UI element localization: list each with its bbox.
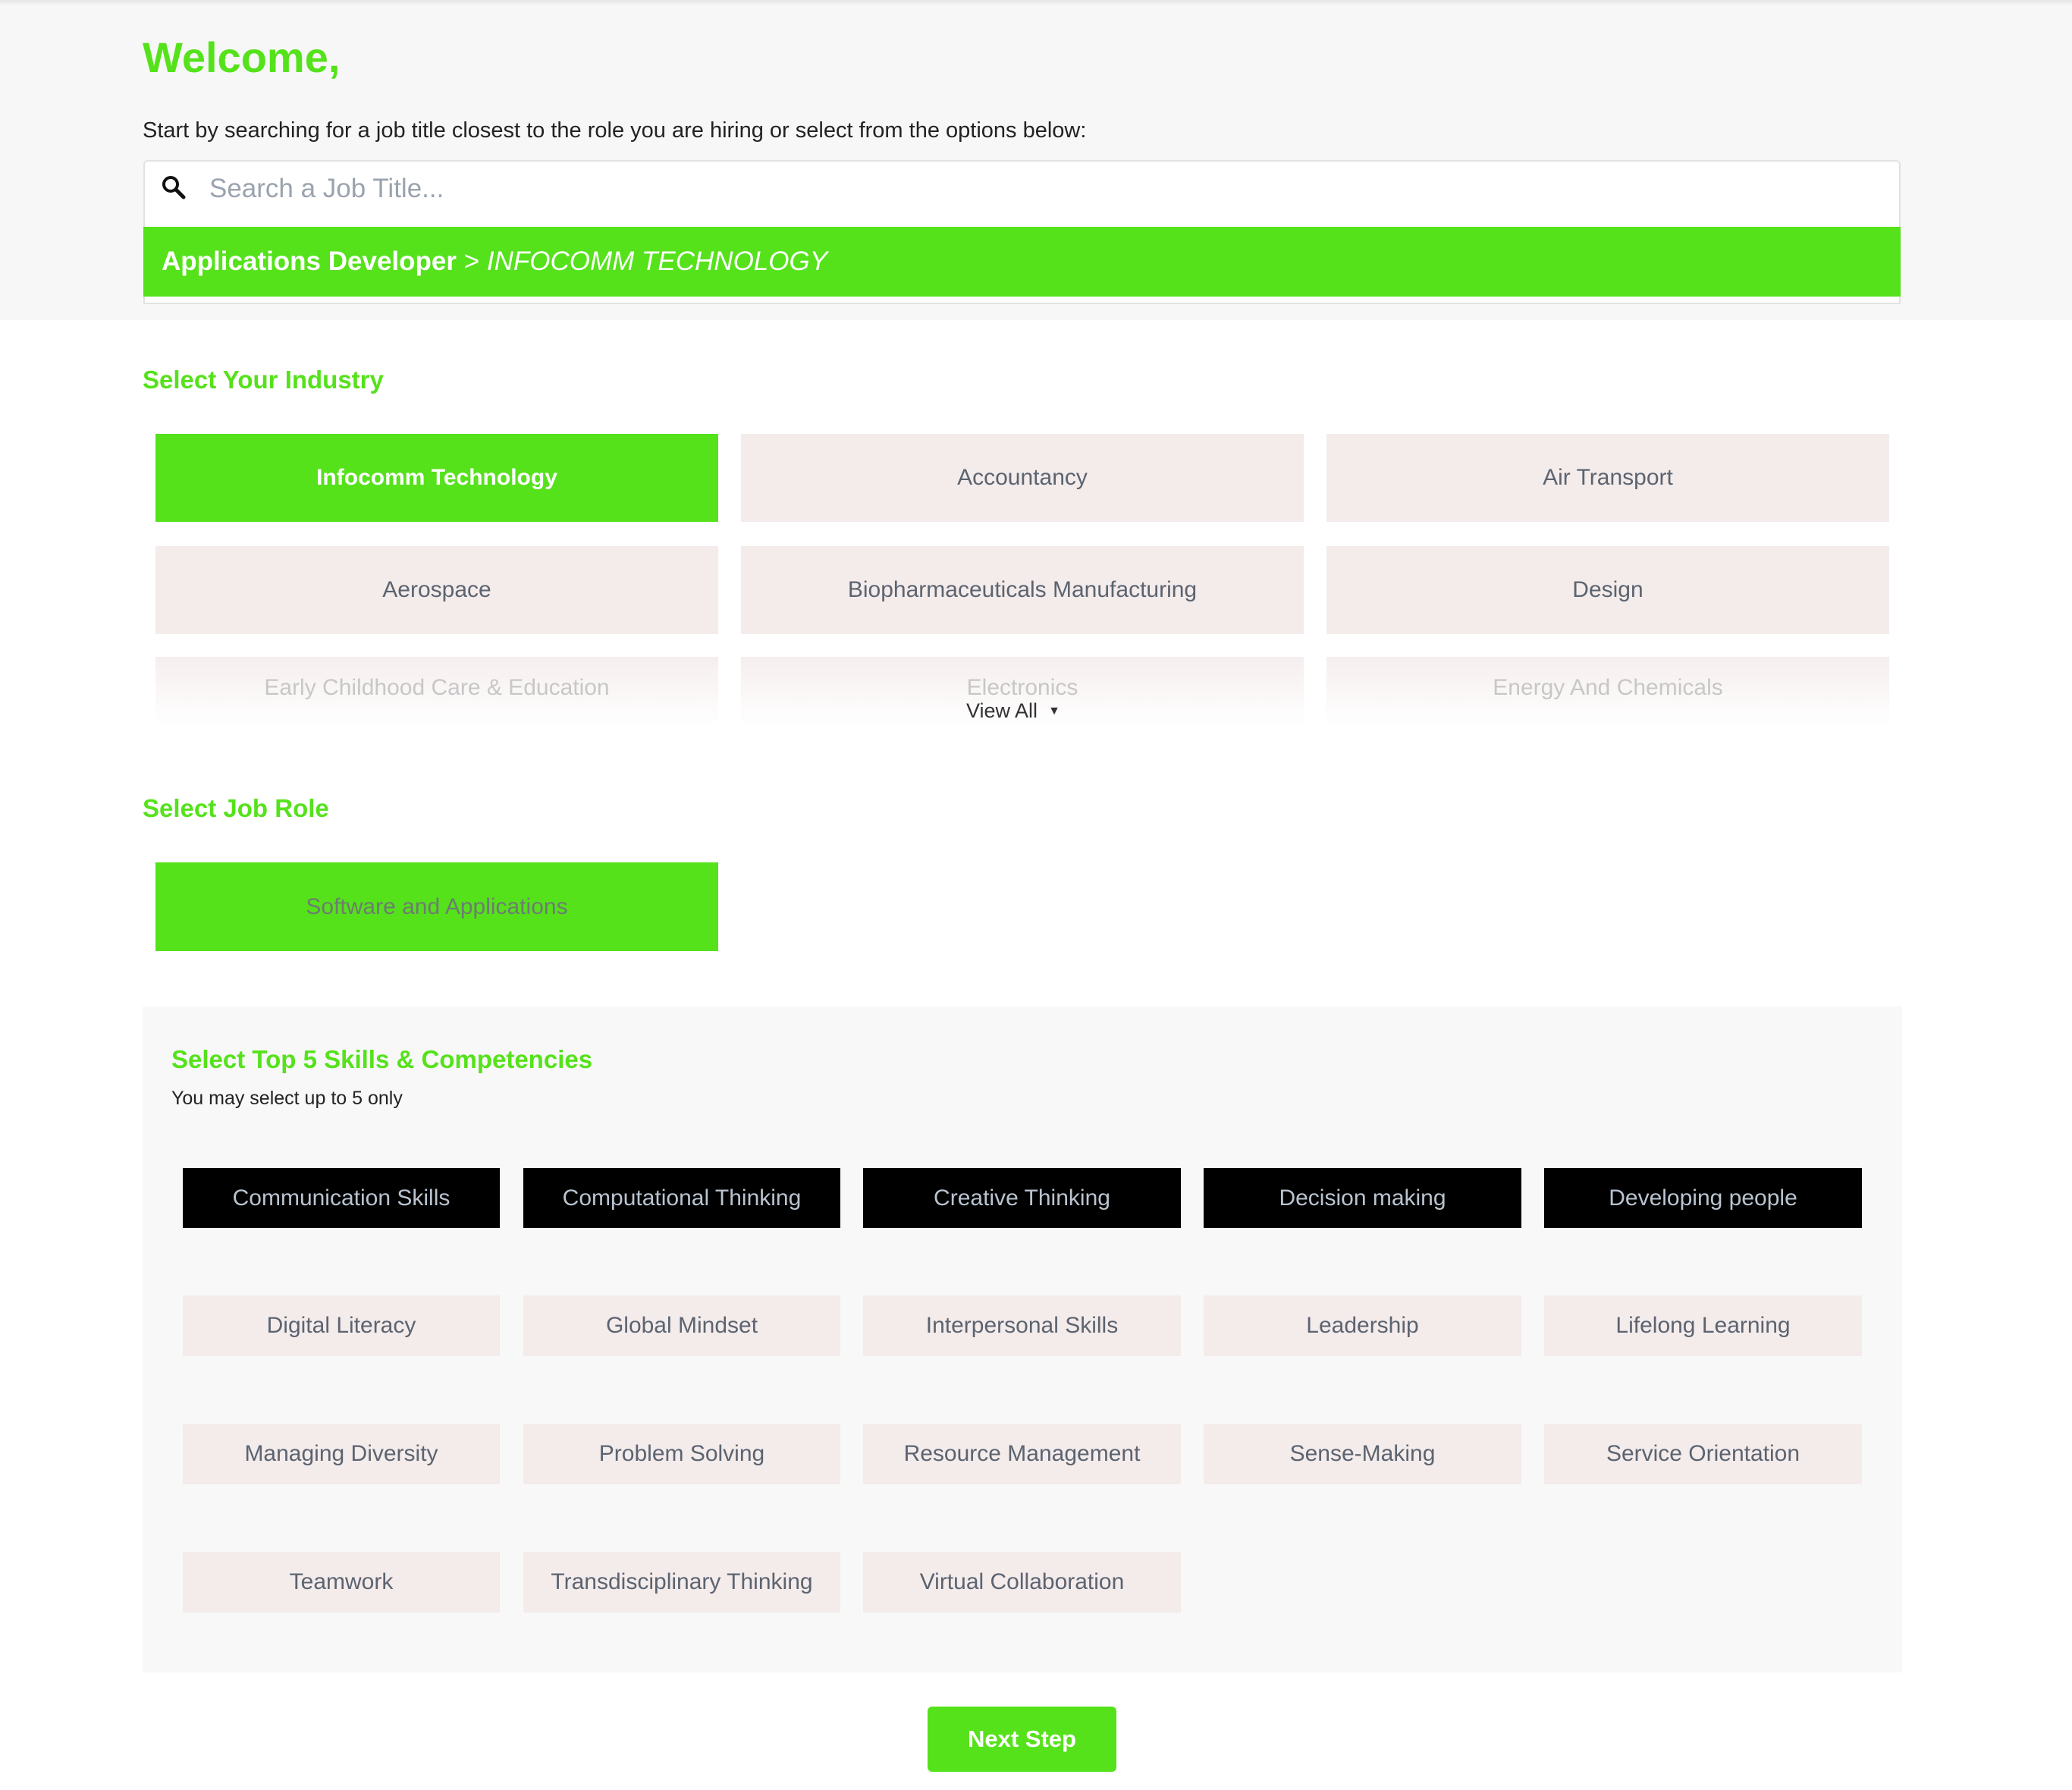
suggestion-separator: > [456, 247, 487, 276]
skill-chip[interactable]: Communication Skills [183, 1168, 500, 1228]
skill-chip[interactable]: Leadership [1204, 1295, 1521, 1356]
search-suggestion[interactable]: Applications Developer > INFOCOMM TECHNO… [143, 227, 1901, 297]
job-role-tile[interactable]: Software and Applications [155, 862, 718, 951]
skill-chip[interactable]: Global Mindset [523, 1295, 840, 1356]
skill-chip[interactable]: Creative Thinking [863, 1168, 1181, 1228]
skill-chip[interactable]: Developing people [1544, 1168, 1862, 1228]
top-shadow [0, 0, 2072, 6]
next-step-button[interactable]: Next Step [928, 1707, 1116, 1772]
skill-chip[interactable]: Managing Diversity [183, 1424, 500, 1484]
skill-chip[interactable]: Sense-Making [1204, 1424, 1521, 1484]
search-input[interactable] [209, 165, 1878, 212]
suggestion-title: Applications Developer [162, 247, 457, 276]
skill-chip[interactable]: Resource Management [863, 1424, 1181, 1484]
industry-tile[interactable]: Design [1326, 546, 1889, 634]
skill-chip[interactable]: Service Orientation [1544, 1424, 1862, 1484]
skill-chip[interactable]: Interpersonal Skills [863, 1295, 1181, 1356]
view-all-button[interactable]: View All ▼ [966, 698, 1060, 727]
industry-tile[interactable]: Accountancy [741, 434, 1304, 522]
industry-tile[interactable]: Infocomm Technology [155, 434, 718, 522]
industry-tile[interactable]: Aerospace [155, 546, 718, 634]
job-role-title: Select Job Role [143, 794, 329, 822]
industry-title: Select Your Industry [143, 366, 384, 394]
skill-chip[interactable]: Teamwork [183, 1552, 500, 1613]
suggestion-list-edge [143, 297, 1901, 304]
view-all-label: View All [966, 699, 1038, 722]
industry-tile[interactable]: Biopharmaceuticals Manufacturing [741, 546, 1304, 634]
skill-chip[interactable]: Decision making [1204, 1168, 1521, 1228]
industry-tile[interactable]: Early Childhood Care & Education [155, 657, 718, 727]
skill-chip[interactable]: Virtual Collaboration [863, 1552, 1181, 1613]
skill-chip[interactable]: Problem Solving [523, 1424, 840, 1484]
skills-title: Select Top 5 Skills & Competencies [171, 1045, 593, 1073]
chevron-down-icon: ▼ [1048, 705, 1060, 718]
search-icon [162, 176, 186, 199]
skill-chip[interactable]: Digital Literacy [183, 1295, 500, 1356]
skill-chip[interactable]: Computational Thinking [523, 1168, 840, 1228]
suggestion-category: INFOCOMM TECHNOLOGY [486, 247, 828, 276]
skill-chip[interactable]: Transdisciplinary Thinking [523, 1552, 840, 1613]
skill-chip[interactable]: Lifelong Learning [1544, 1295, 1862, 1356]
instruction-text: Start by searching for a job title close… [143, 118, 1087, 143]
industry-tile[interactable]: Energy And Chemicals [1326, 657, 1889, 727]
industry-tile[interactable]: Air Transport [1326, 434, 1889, 522]
welcome-heading: Welcome, [143, 33, 341, 81]
skills-subtitle: You may select up to 5 only [171, 1088, 403, 1109]
